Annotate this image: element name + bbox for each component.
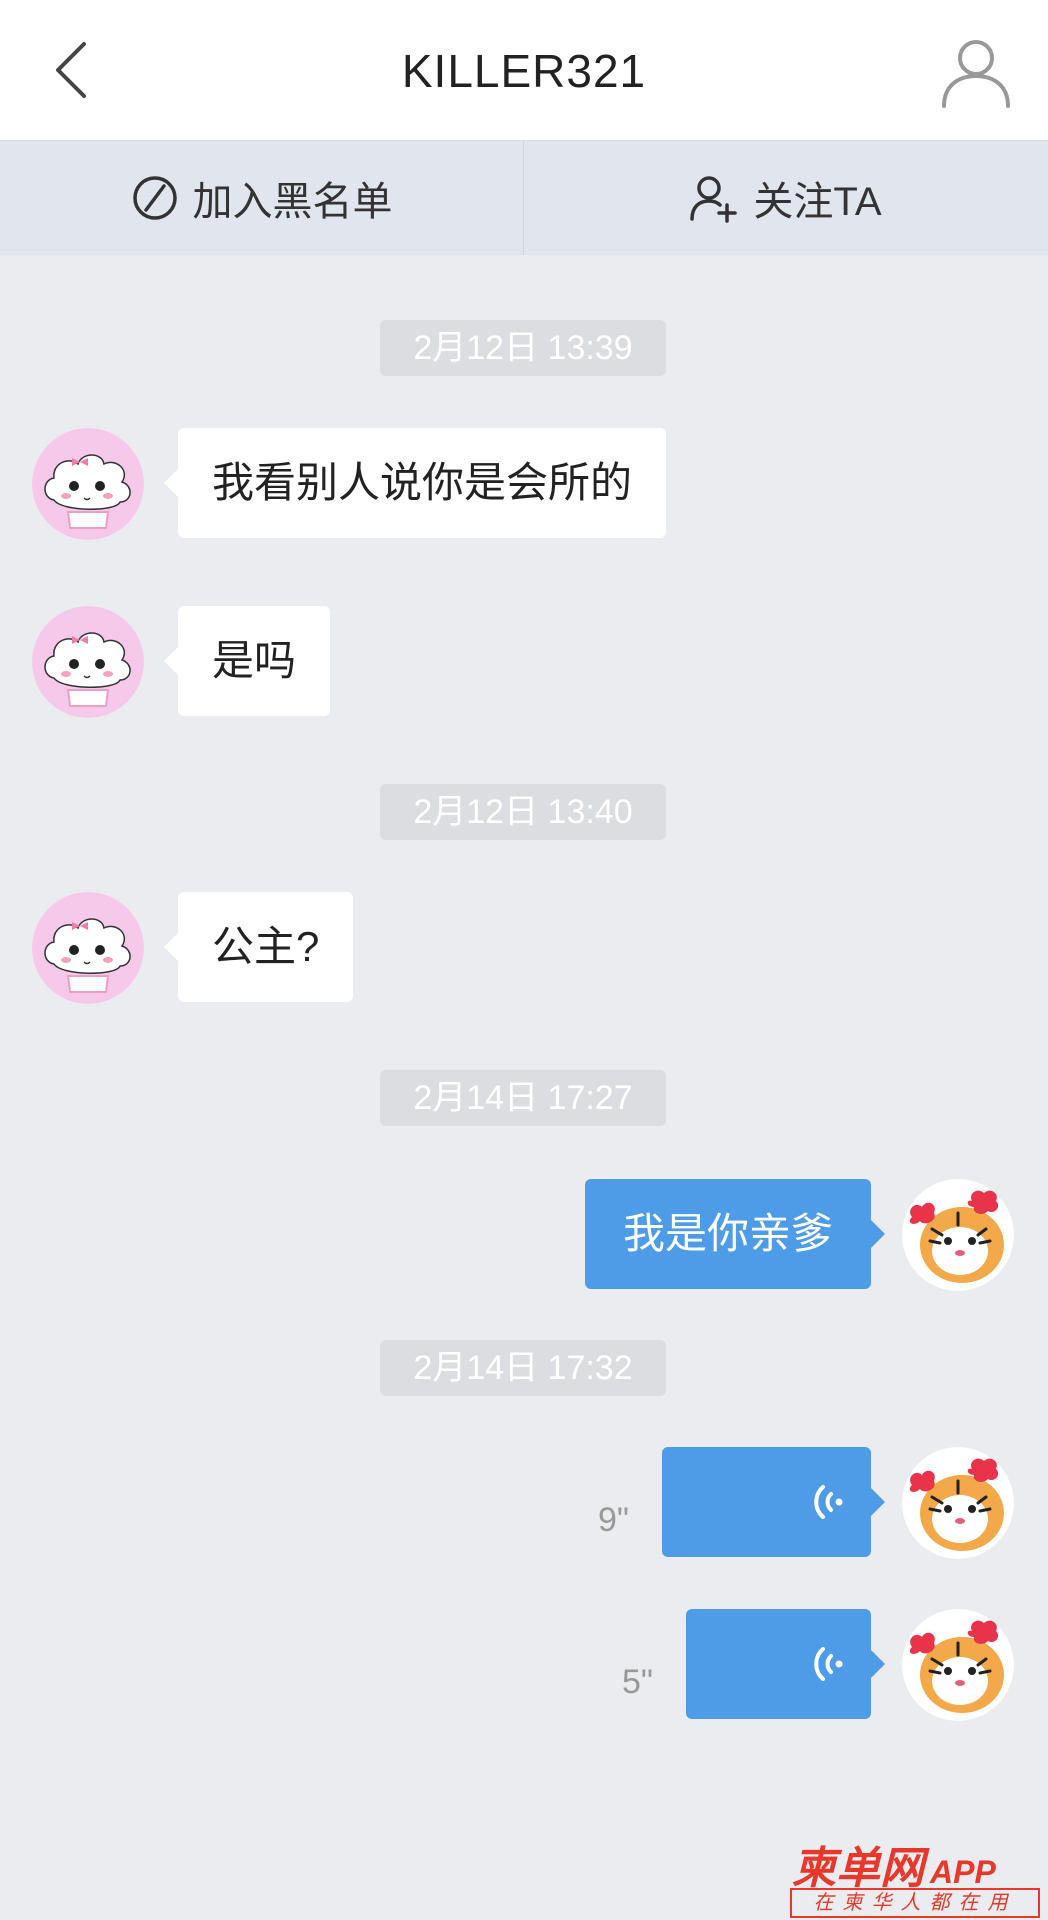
incoming-message-bubble[interactable]: 公主?	[163, 892, 354, 1002]
avatar[interactable]	[902, 1609, 1014, 1721]
tiger-avatar-icon	[902, 1179, 1014, 1291]
chat-screen: KILLER321 加入黑名单 关注TA 2月12日 13:39 我看别人说你是…	[0, 0, 1048, 1920]
follow-label: 关注TA	[753, 180, 882, 224]
voice-duration: 9"	[598, 1501, 629, 1539]
cloud-girl-avatar-icon	[32, 892, 144, 1004]
page-title: KILLER321	[401, 45, 647, 97]
timestamp: 2月14日 17:27	[380, 1070, 666, 1126]
header-bar: KILLER321	[0, 0, 1048, 140]
avatar[interactable]	[902, 1179, 1014, 1291]
message-text: 我看别人说你是会所的	[212, 459, 633, 506]
cloud-girl-avatar-icon	[32, 606, 144, 718]
incoming-message-bubble[interactable]: 我看别人说你是会所的	[163, 428, 667, 538]
voice-message-bubble[interactable]	[662, 1447, 885, 1557]
incoming-message-bubble[interactable]: 是吗	[163, 606, 331, 716]
action-bar: 加入黑名单 关注TA	[0, 140, 1048, 255]
message-text: 我是你亲爹	[622, 1210, 833, 1257]
cloud-girl-avatar-icon	[32, 428, 144, 540]
watermark-logo: 柬单网 APP 在柬华人都在用	[788, 1832, 1040, 1918]
prohibited-icon	[131, 174, 179, 222]
avatar[interactable]	[32, 606, 144, 718]
follow-button[interactable]: 关注TA	[524, 141, 1047, 255]
add-person-icon	[689, 173, 739, 223]
watermark-brand: 柬单网 APP	[792, 1844, 996, 1893]
profile-button[interactable]	[938, 34, 1014, 110]
watermark-slogan: 在柬华人都在用	[790, 1888, 1040, 1918]
voice-duration: 5"	[622, 1663, 653, 1701]
timestamp: 2月12日 13:39	[380, 320, 666, 376]
person-outline-icon	[942, 40, 1010, 108]
timestamp: 2月14日 17:32	[380, 1340, 666, 1396]
blacklist-label: 加入黑名单	[192, 180, 393, 224]
avatar[interactable]	[902, 1447, 1014, 1559]
voice-message-bubble[interactable]	[686, 1609, 885, 1719]
blacklist-button[interactable]: 加入黑名单	[0, 141, 523, 255]
voice-wave-icon	[801, 1477, 851, 1537]
voice-wave-icon	[801, 1639, 851, 1699]
message-text: 公主?	[212, 923, 320, 970]
tiger-avatar-icon	[902, 1609, 1014, 1721]
avatar[interactable]	[32, 428, 144, 540]
timestamp: 2月12日 13:40	[380, 784, 666, 840]
avatar[interactable]	[32, 892, 144, 1004]
tiger-avatar-icon	[902, 1447, 1014, 1559]
outgoing-message-bubble[interactable]: 我是你亲爹	[585, 1179, 885, 1289]
message-text: 是吗	[212, 637, 297, 684]
